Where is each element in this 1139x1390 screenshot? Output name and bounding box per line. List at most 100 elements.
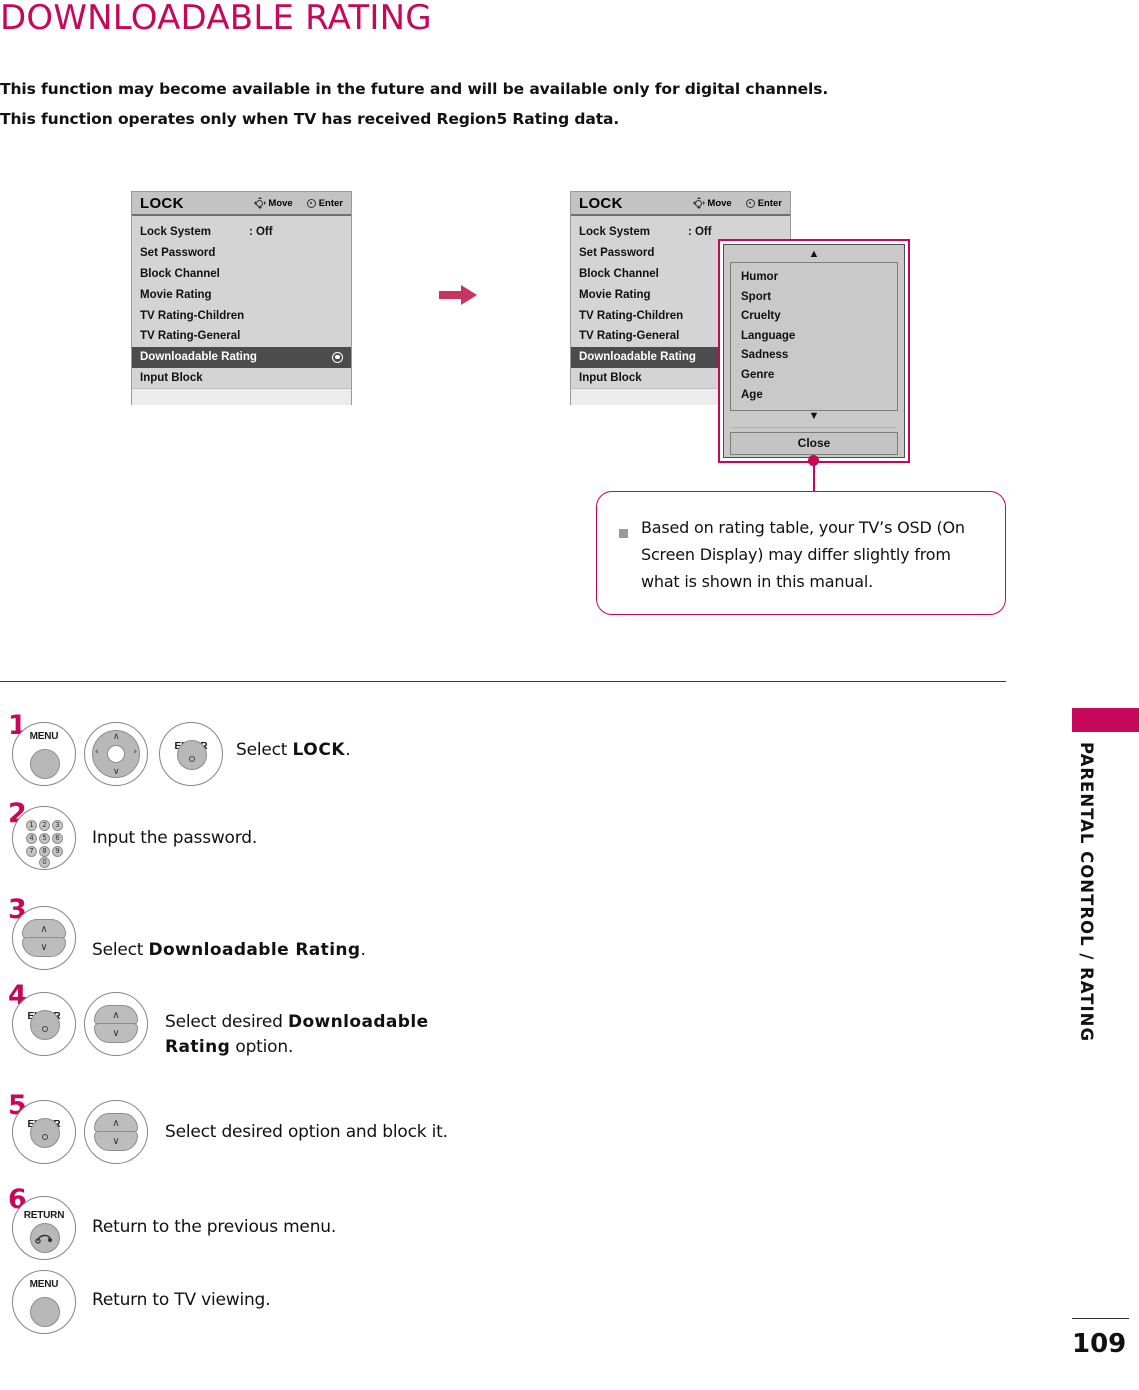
- step-3-text-bold: Downloadable Rating: [148, 940, 361, 960]
- menu-button-step1[interactable]: MENU: [12, 722, 76, 786]
- step-3-text-before: Select: [92, 940, 149, 960]
- intro-paragraph-line-1: This function may become available in th…: [0, 80, 829, 98]
- keypad-key-9[interactable]: 9: [52, 846, 63, 857]
- menu-item-set-password[interactable]: Set Password: [132, 243, 351, 264]
- scroll-up-arrow-icon[interactable]: ▲: [730, 249, 898, 261]
- nav-wheel-button[interactable]: ∧ ∨ ‹ ›: [84, 722, 148, 786]
- up-down-rocker-step3[interactable]: ∧ ∨: [12, 906, 76, 970]
- popup-option-genre[interactable]: Genre: [731, 366, 897, 386]
- menu-item-lock-system[interactable]: Lock System : Off: [132, 222, 351, 243]
- popup-option-sport[interactable]: Sport: [731, 288, 897, 308]
- enter-button-step4[interactable]: ENTER: [12, 992, 76, 1056]
- keypad-key-3[interactable]: 3: [52, 820, 63, 831]
- return-button-label: RETURN: [23, 1210, 65, 1221]
- dpad-icon: [253, 197, 266, 209]
- menu-item-label: Lock System: [579, 226, 650, 239]
- keypad-key-7[interactable]: 7: [26, 846, 37, 857]
- enter-button-step5[interactable]: ENTER: [12, 1100, 76, 1164]
- enter-circle-icon: [745, 198, 755, 208]
- menu-item-label: Downloadable Rating: [140, 351, 257, 364]
- menu-item-label: TV Rating-General: [140, 330, 241, 343]
- hint-move-right: Move: [692, 197, 732, 209]
- step-4-instruction: Select desired Downloadable Rating optio…: [165, 1010, 495, 1060]
- popup-option-cruelty[interactable]: Cruelty: [731, 307, 897, 327]
- hint-enter-right: Enter: [745, 197, 782, 209]
- nav-wheel-center: [107, 745, 125, 763]
- enter-button-step1[interactable]: ENTER: [159, 722, 223, 786]
- keypad-key-0[interactable]: 0: [39, 857, 50, 868]
- page-number: 109: [1072, 1329, 1127, 1359]
- popup-option-humor[interactable]: Humor: [731, 268, 897, 288]
- hint-enter-left: Enter: [306, 197, 343, 209]
- osd-title-bar-right: LOCK Move Enter: [571, 192, 790, 216]
- step-5-instruction: Select desired option and block it.: [165, 1122, 448, 1142]
- keypad-key-8[interactable]: 8: [39, 846, 50, 857]
- rocker-down-icon[interactable]: ∨: [94, 1131, 138, 1151]
- popup-option-language[interactable]: Language: [731, 327, 897, 347]
- menu-item-label: TV Rating-Children: [140, 309, 245, 322]
- menu-item-input-block[interactable]: Input Block: [132, 368, 351, 389]
- menu-item-label: Lock System: [140, 226, 211, 239]
- nav-down-icon[interactable]: ∨: [113, 767, 120, 777]
- flow-arrow-icon: [439, 285, 477, 305]
- menu-item-movie-rating[interactable]: Movie Rating: [132, 284, 351, 305]
- scroll-down-arrow-icon[interactable]: ▼: [730, 411, 898, 423]
- callout-connector-line: [812, 460, 815, 493]
- up-down-rocker-step4[interactable]: ∧ ∨: [84, 992, 148, 1056]
- keypad-key-2[interactable]: 2: [39, 820, 50, 831]
- rocker-up-icon[interactable]: ∧: [94, 1113, 138, 1133]
- downloadable-rating-popup: ▲ Humor Sport Cruelty Language Sadness G…: [718, 239, 910, 463]
- keypad-key-4[interactable]: 4: [26, 833, 37, 844]
- step-1-text-after: .: [345, 740, 351, 760]
- menu-item-tv-rating-children[interactable]: TV Rating-Children: [132, 305, 351, 326]
- menu-item-label: TV Rating-General: [579, 330, 680, 343]
- nav-left-icon[interactable]: ‹: [95, 747, 99, 757]
- step-1-text-before: Select: [236, 740, 293, 760]
- osd-title-left: LOCK: [140, 194, 184, 212]
- menu-button-final[interactable]: MENU: [12, 1270, 76, 1334]
- up-down-rocker-step5[interactable]: ∧ ∨: [84, 1100, 148, 1164]
- menu-item-label: Set Password: [140, 247, 216, 260]
- keypad-key-1[interactable]: 1: [26, 820, 37, 831]
- page-number-rule: [1072, 1318, 1129, 1320]
- nav-up-icon[interactable]: ∧: [113, 732, 120, 742]
- keypad-key-5[interactable]: 5: [39, 833, 50, 844]
- side-tab-chapter-label: PARENTAL CONTROL / RATING: [1077, 742, 1096, 1043]
- return-button-step6[interactable]: RETURN: [12, 1196, 76, 1260]
- step-4-text-after: option.: [230, 1037, 294, 1057]
- step-6-instruction: Return to the previous menu.: [92, 1217, 337, 1237]
- menu-item-label: Set Password: [579, 247, 655, 260]
- hint-move-label-right: Move: [707, 197, 732, 209]
- number-keypad-button[interactable]: 1 2 3 4 5 6 7 8 9 0: [12, 806, 76, 870]
- keypad-key-6[interactable]: 6: [52, 833, 63, 844]
- popup-option-list: Humor Sport Cruelty Language Sadness Gen…: [730, 262, 898, 412]
- menu-button-knob: [30, 749, 60, 779]
- popup-option-age[interactable]: Age: [731, 386, 897, 406]
- return-arrow-icon: [35, 1234, 53, 1244]
- menu-item-label: Input Block: [140, 371, 203, 384]
- rocker-down-icon[interactable]: ∨: [94, 1023, 138, 1043]
- rocker-down-icon[interactable]: ∨: [22, 937, 66, 957]
- osd-hint-group-right: Move Enter: [692, 197, 782, 209]
- popup-close-button[interactable]: Close: [730, 432, 898, 456]
- menu-item-downloadable-rating[interactable]: Downloadable Rating: [132, 346, 351, 368]
- intro-paragraph-line-2: This function operates only when TV has …: [0, 110, 620, 128]
- nav-right-icon[interactable]: ›: [133, 747, 137, 757]
- hint-enter-label-left: Enter: [318, 197, 343, 209]
- popup-option-sadness[interactable]: Sadness: [731, 346, 897, 366]
- callout-note-box: Based on rating table, your TV’s OSD (On…: [596, 491, 1006, 615]
- osd-footer-left: [132, 388, 351, 406]
- osd-menu-lock-left: LOCK Move Enter Lock System : Off Set Pa…: [131, 191, 352, 406]
- popup-inner-frame: ▲ Humor Sport Cruelty Language Sadness G…: [723, 244, 905, 458]
- step-2-instruction: Input the password.: [92, 828, 258, 848]
- rocker-up-icon[interactable]: ∧: [22, 919, 66, 939]
- step-3-instruction: Select Downloadable Rating.: [92, 938, 366, 963]
- hint-enter-label-right: Enter: [757, 197, 782, 209]
- enter-indicator-icon: [332, 351, 343, 363]
- enter-button-knob: [177, 740, 207, 770]
- enter-button-knob: [30, 1118, 60, 1148]
- menu-item-tv-rating-general[interactable]: TV Rating-General: [132, 326, 351, 347]
- callout-bullet-icon: [619, 529, 628, 538]
- rocker-up-icon[interactable]: ∧: [94, 1005, 138, 1025]
- menu-item-block-channel[interactable]: Block Channel: [132, 264, 351, 285]
